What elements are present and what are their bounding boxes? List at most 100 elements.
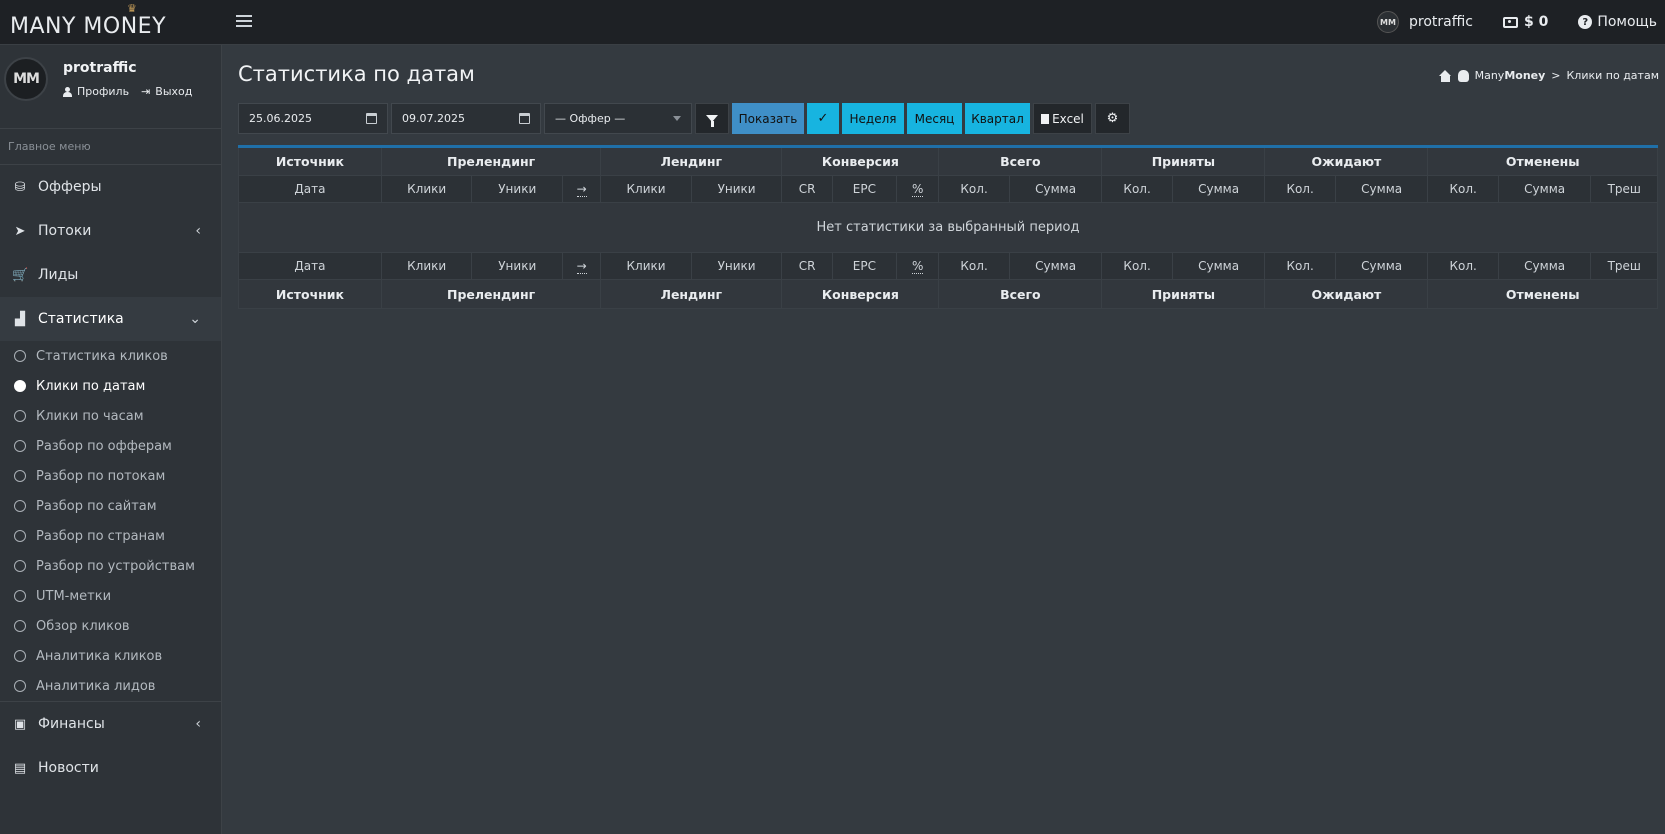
main-content: Статистика по датам ManyMoney > Клики по… xyxy=(223,45,1665,834)
menu-header: Главное меню xyxy=(0,129,221,165)
subitem-label: Разбор по сайтам xyxy=(36,498,157,514)
cart-icon: 🛒 xyxy=(12,267,29,283)
sidebar-subitem[interactable]: Разбор по странам xyxy=(0,521,221,551)
sidebar-subitem[interactable]: Аналитика кликов xyxy=(0,641,221,671)
column-footer: Уники xyxy=(690,252,783,280)
user-panel: MM protraffic Профиль ⇥ Выход xyxy=(0,45,221,129)
column-header[interactable]: Клики xyxy=(380,175,473,203)
help-label: Помощь xyxy=(1597,14,1657,30)
user-avatar[interactable]: MM xyxy=(4,57,48,101)
column-header[interactable]: Кол. xyxy=(1101,175,1173,203)
column-footer: Уники xyxy=(471,252,564,280)
column-header[interactable]: Сумма xyxy=(1171,175,1266,203)
logout-link[interactable]: ⇥ Выход xyxy=(141,85,192,98)
column-header[interactable]: CR xyxy=(781,175,833,203)
balance-link[interactable]: $ 0 xyxy=(1502,14,1548,30)
brand-name: MANY MONEY xyxy=(10,14,167,39)
sidebar-item-leads[interactable]: 🛒 Лиды xyxy=(0,253,221,297)
breadcrumb-current: Клики по датам xyxy=(1566,69,1660,82)
column-header[interactable]: Дата xyxy=(238,175,382,203)
settings-button[interactable]: ⚙ xyxy=(1095,103,1130,134)
sidebar-subitem[interactable]: Клики по часам xyxy=(0,401,221,431)
sidebar-subitem[interactable]: Разбор по потокам xyxy=(0,461,221,491)
sidebar-subitem[interactable]: Разбор по сайтам xyxy=(0,491,221,521)
sidebar-subitem-active[interactable]: Клики по датам xyxy=(0,371,221,401)
week-button[interactable]: Неделя xyxy=(842,103,904,134)
top-navbar: ♛ MANY MONEY MM protraffic $ 0 ? Помощь xyxy=(0,0,1665,45)
offer-select[interactable]: — Оффер — xyxy=(544,103,692,134)
column-header[interactable]: Сумма xyxy=(1497,175,1592,203)
column-header[interactable]: Уники xyxy=(690,175,783,203)
circle-icon xyxy=(14,410,26,422)
sidebar-subitem[interactable]: Разбор по офферам xyxy=(0,431,221,461)
sidebar-subitem[interactable]: Статистика кликов xyxy=(0,341,221,371)
sidebar-item-offers[interactable]: ⛁ Офферы xyxy=(0,165,221,209)
nav-user-menu[interactable]: MM protraffic xyxy=(1377,11,1473,33)
breadcrumb-separator: > xyxy=(1551,69,1561,82)
breadcrumb-brand[interactable]: ManyMoney xyxy=(1475,69,1546,82)
sidebar-subitem[interactable]: Разбор по устройствам xyxy=(0,551,221,581)
column-header[interactable]: Сумма xyxy=(1008,175,1103,203)
table-column-header: Дата Клики Уники → Клики Уники CR EPC % … xyxy=(238,175,1658,203)
subitem-label: Разбор по устройствам xyxy=(36,558,195,574)
help-link[interactable]: ? Помощь xyxy=(1578,14,1657,30)
sidebar-subitem[interactable]: UTM-метки xyxy=(0,581,221,611)
date-from-input[interactable]: 25.06.2025 xyxy=(238,103,388,134)
circle-icon xyxy=(14,500,26,512)
breadcrumb: ManyMoney > Клики по датам xyxy=(1438,69,1660,82)
column-header[interactable]: Кол. xyxy=(1427,175,1499,203)
chevron-down-icon xyxy=(673,116,681,121)
month-button[interactable]: Месяц xyxy=(907,103,962,134)
sidebar-item-streams[interactable]: ➤ Потоки ‹ xyxy=(0,209,221,253)
select-all-button[interactable]: ✓ xyxy=(807,103,839,134)
date-to-input[interactable]: 09.07.2025 xyxy=(391,103,541,134)
circle-icon xyxy=(14,620,26,632)
column-header[interactable]: Кол. xyxy=(1264,175,1336,203)
chevron-left-icon: ‹ xyxy=(195,716,201,732)
subitem-label: Разбор по странам xyxy=(36,528,165,544)
column-header[interactable]: Кол. xyxy=(938,175,1010,203)
table-group-footer: Источник Прелендинг Лендинг Конверсия Вс… xyxy=(238,279,1658,309)
quarter-button[interactable]: Квартал xyxy=(965,103,1030,134)
excel-label: Excel xyxy=(1052,111,1084,126)
logout-label: Выход xyxy=(155,85,193,98)
brand-logo[interactable]: ♛ MANY MONEY xyxy=(10,2,210,40)
subitem-label: Аналитика кликов xyxy=(36,648,163,664)
column-header[interactable]: EPC xyxy=(831,175,898,203)
column-header[interactable]: Треш xyxy=(1590,175,1658,203)
column-header[interactable]: Сумма xyxy=(1334,175,1429,203)
circle-icon xyxy=(14,470,26,482)
stats-table: Источник Прелендинг Лендинг Конверсия Вс… xyxy=(238,145,1658,309)
column-header[interactable]: Уники xyxy=(471,175,564,203)
stats-submenu: Статистика кликов Клики по датам Клики п… xyxy=(0,341,221,701)
column-header[interactable]: % xyxy=(896,175,940,203)
sidebar-item-label: Лиды xyxy=(38,267,79,283)
subitem-label: Статистика кликов xyxy=(36,348,168,364)
home-icon[interactable] xyxy=(1438,69,1452,82)
calendar-icon[interactable] xyxy=(519,113,530,124)
column-footer: Дата xyxy=(238,252,382,280)
sidebar-item-finance[interactable]: ▣ Финансы ‹ xyxy=(0,702,221,746)
sidebar-item-news[interactable]: ▤ Новости xyxy=(0,746,221,790)
excel-button[interactable]: Excel xyxy=(1033,103,1092,134)
column-header[interactable]: Клики xyxy=(600,175,692,203)
profile-link[interactable]: Профиль xyxy=(63,85,129,98)
group-header: Ожидают xyxy=(1264,146,1429,176)
column-footer: CR xyxy=(781,252,833,280)
column-header[interactable]: → xyxy=(562,175,602,203)
area-chart-icon: ▟ xyxy=(15,311,25,327)
table-group-header: Источник Прелендинг Лендинг Конверсия Вс… xyxy=(238,146,1658,176)
subitem-label: Разбор по потокам xyxy=(36,468,166,484)
sidebar-subitem[interactable]: Обзор кликов xyxy=(0,611,221,641)
group-header: Отменены xyxy=(1427,146,1658,176)
show-button[interactable]: Показать xyxy=(732,103,804,134)
filter-button[interactable] xyxy=(695,103,729,134)
empty-message: Нет статистики за выбранный период xyxy=(238,202,1658,253)
sidebar-subitem[interactable]: Аналитика лидов xyxy=(0,671,221,701)
column-footer: → xyxy=(562,252,602,280)
sidebar-item-stats[interactable]: ▟ Статистика ⌄ xyxy=(0,297,221,341)
menu-toggle-icon[interactable] xyxy=(236,12,252,30)
circle-icon xyxy=(14,680,26,692)
calendar-icon[interactable] xyxy=(366,113,377,124)
group-footer: Источник xyxy=(238,279,382,309)
